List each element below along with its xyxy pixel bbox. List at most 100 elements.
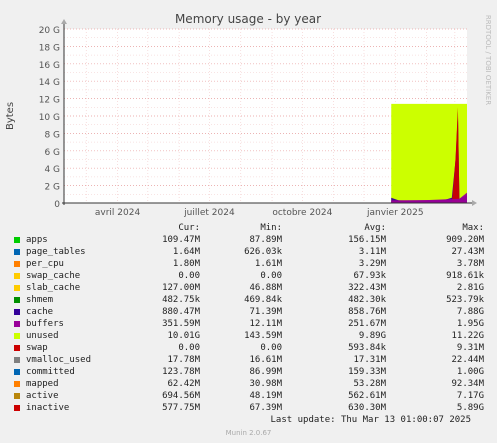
y-axis-label: Bytes bbox=[5, 102, 16, 130]
rrdtool-watermark: RRDTOOL / TOBI OETIKER bbox=[484, 15, 492, 105]
legend-max: 7.17G bbox=[456, 391, 484, 401]
legend-max: 909.20M bbox=[446, 235, 484, 245]
legend-min: 12.11M bbox=[249, 319, 282, 329]
legend-swatch bbox=[14, 273, 20, 279]
legend-cur: 694.56M bbox=[162, 391, 200, 401]
legend-max: 22.44M bbox=[451, 355, 484, 365]
legend-cur: 0.00 bbox=[178, 343, 200, 353]
legend-avg: 482.30k bbox=[348, 295, 386, 305]
legend-max: 27.43M bbox=[451, 247, 484, 257]
legend-min: 469.84k bbox=[244, 295, 282, 305]
legend-avg: 322.43M bbox=[348, 283, 386, 293]
legend-max: 1.00G bbox=[456, 367, 484, 377]
legend-swatch bbox=[14, 405, 20, 411]
legend-cur: 127.00M bbox=[162, 283, 200, 293]
legend-min: 0.00 bbox=[260, 271, 282, 281]
legend-min: 143.59M bbox=[244, 331, 282, 341]
legend-max: 11.22G bbox=[451, 331, 484, 341]
legend-max: 918.61k bbox=[446, 271, 484, 281]
legend-name: swap_cache bbox=[26, 271, 81, 281]
legend-cur: 109.47M bbox=[162, 235, 200, 245]
legend-avg: 9.89G bbox=[358, 331, 386, 341]
legend-row-cache: cache 880.47M 71.39M 858.76M 7.88G bbox=[0, 306, 497, 318]
header-min: Min: bbox=[260, 223, 282, 233]
x-axis-arrow bbox=[472, 200, 477, 206]
legend-name: shmem bbox=[26, 295, 54, 305]
legend-row-buffers: buffers 351.59M 12.11M 251.67M 1.95G bbox=[0, 318, 497, 330]
legend-row-swap_cache: swap_cache 0.00 0.00 67.93k 918.61k bbox=[0, 270, 497, 282]
legend-name: buffers bbox=[26, 319, 64, 329]
legend-min: 1.61M bbox=[254, 259, 282, 269]
legend-avg: 53.28M bbox=[353, 379, 386, 389]
legend-row-slab_cache: slab_cache 127.00M 46.88M 322.43M 2.81G bbox=[0, 282, 497, 294]
legend-name: apps bbox=[26, 235, 48, 245]
legend-max: 523.79k bbox=[446, 295, 484, 305]
y-tick-label: 10 G bbox=[39, 113, 60, 123]
legend-name: swap bbox=[26, 343, 48, 353]
legend-name: inactive bbox=[26, 403, 70, 413]
legend-avg: 3.29M bbox=[358, 259, 386, 269]
legend-cur: 123.78M bbox=[162, 367, 200, 377]
legend-row-inactive: inactive 577.75M 67.39M 630.30M 5.89G bbox=[0, 402, 497, 414]
y-tick-label: 20 G bbox=[39, 26, 60, 36]
legend-row-unused: unused 10.01G 143.59M 9.89G 11.22G bbox=[0, 330, 497, 342]
legend-name: vmalloc_used bbox=[26, 355, 92, 365]
legend-min: 16.61M bbox=[249, 355, 282, 365]
legend-max: 7.88G bbox=[456, 307, 484, 317]
legend-avg: 630.30M bbox=[348, 403, 386, 413]
legend-row-active: active 694.56M 48.19M 562.61M 7.17G bbox=[0, 390, 497, 402]
legend-name: active bbox=[26, 391, 59, 401]
legend-avg: 159.33M bbox=[348, 367, 386, 377]
last-update: Last update: Thu Mar 13 01:00:07 2025 bbox=[270, 415, 471, 425]
footer-version: Munin 2.0.67 bbox=[225, 429, 272, 437]
legend-max: 2.81G bbox=[456, 283, 484, 293]
legend-swatch bbox=[14, 357, 20, 363]
legend-swatch bbox=[14, 369, 20, 375]
legend-avg: 17.31M bbox=[353, 355, 386, 365]
y-axis-arrow bbox=[61, 19, 67, 24]
legend-name: slab_cache bbox=[26, 283, 81, 293]
y-tick-label: 0 bbox=[54, 200, 60, 210]
y-tick-label: 8 G bbox=[44, 130, 60, 140]
legend-min: 626.03k bbox=[244, 247, 282, 257]
legend-swatch bbox=[14, 297, 20, 303]
x-tick-label: octobre 2024 bbox=[272, 208, 332, 218]
legend-cur: 62.42M bbox=[167, 379, 200, 389]
x-tick-label: avril 2024 bbox=[95, 208, 141, 218]
legend-swatch bbox=[14, 237, 20, 243]
x-tick-label: juillet 2024 bbox=[183, 208, 235, 218]
x-ticks: avril 2024 juillet 2024 octobre 2024 janvie… bbox=[95, 208, 424, 218]
legend-swatch bbox=[14, 309, 20, 315]
header-cur: Cur: bbox=[178, 223, 200, 233]
y-tick-label: 4 G bbox=[44, 165, 60, 175]
y-tick-label: 12 G bbox=[39, 96, 60, 106]
legend-row-page_tables: page_tables 1.64M 626.03k 3.11M 27.43M bbox=[0, 246, 497, 258]
legend-row-committed: committed 123.78M 86.99M 159.33M 1.00G bbox=[0, 366, 497, 378]
y-tick-label: 18 G bbox=[39, 43, 60, 53]
header-avg: Avg: bbox=[364, 223, 386, 233]
legend-max: 92.34M bbox=[451, 379, 484, 389]
legend-avg: 156.15M bbox=[348, 235, 386, 245]
y-tick-label: 16 G bbox=[39, 61, 60, 71]
header-max: Max: bbox=[462, 223, 484, 233]
series-layer bbox=[391, 103, 467, 203]
legend-min: 46.88M bbox=[249, 283, 282, 293]
legend-row-per_cpu: per_cpu 1.80M 1.61M 3.29M 3.78M bbox=[0, 258, 497, 270]
legend-swatch bbox=[14, 285, 20, 291]
legend-row-swap: swap 0.00 0.00 593.84k 9.31M bbox=[0, 342, 497, 354]
legend-cur: 577.75M bbox=[162, 403, 200, 413]
legend-header: Cur: Min: Avg: Max: bbox=[0, 222, 497, 234]
legend-row-shmem: shmem 482.75k 469.84k 482.30k 523.79k bbox=[0, 294, 497, 306]
legend-row-vmalloc_used: vmalloc_used 17.78M 16.61M 17.31M 22.44M bbox=[0, 354, 497, 366]
legend-name: committed bbox=[26, 367, 75, 377]
legend-min: 48.19M bbox=[249, 391, 282, 401]
legend-swatch bbox=[14, 333, 20, 339]
legend-cur: 17.78M bbox=[167, 355, 200, 365]
legend-max: 1.95G bbox=[456, 319, 484, 329]
legend-row-apps: apps 109.47M 87.89M 156.15M 909.20M bbox=[0, 234, 497, 246]
legend-swatch bbox=[14, 345, 20, 351]
x-tick-label: janvier 2025 bbox=[366, 208, 424, 218]
legend-swatch bbox=[14, 393, 20, 399]
legend-cur: 10.01G bbox=[167, 331, 200, 341]
legend-cur: 1.80M bbox=[172, 259, 200, 269]
